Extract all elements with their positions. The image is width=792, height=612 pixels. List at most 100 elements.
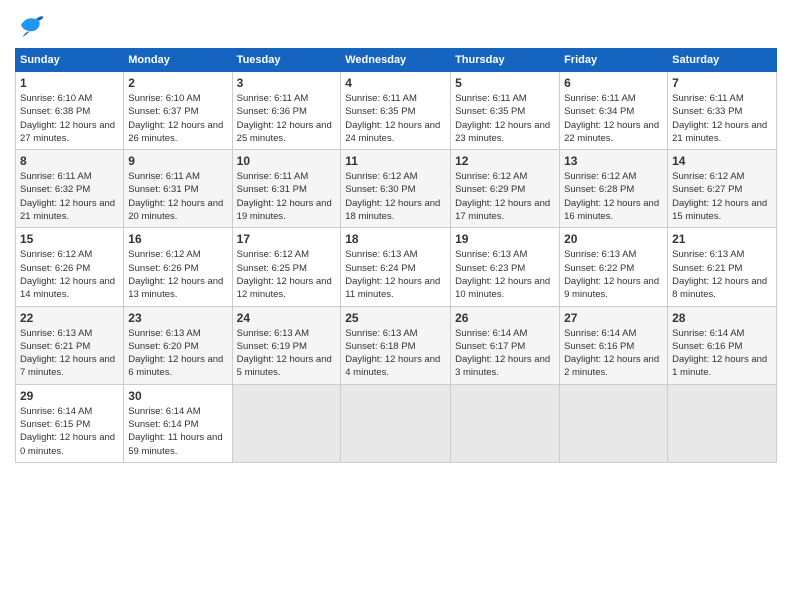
day-number: 10 xyxy=(237,154,337,168)
col-header-friday: Friday xyxy=(560,49,668,72)
day-number: 22 xyxy=(20,311,119,325)
day-info: Sunrise: 6:13 AM Sunset: 6:22 PM Dayligh… xyxy=(564,248,663,301)
col-header-tuesday: Tuesday xyxy=(232,49,341,72)
logo-icon xyxy=(15,10,45,40)
day-info: Sunrise: 6:11 AM Sunset: 6:34 PM Dayligh… xyxy=(564,92,663,145)
day-number: 29 xyxy=(20,389,119,403)
day-info: Sunrise: 6:11 AM Sunset: 6:36 PM Dayligh… xyxy=(237,92,337,145)
day-cell: 27 Sunrise: 6:14 AM Sunset: 6:16 PM Dayl… xyxy=(560,306,668,384)
day-info: Sunrise: 6:14 AM Sunset: 6:16 PM Dayligh… xyxy=(564,327,663,380)
day-number: 17 xyxy=(237,232,337,246)
col-header-monday: Monday xyxy=(124,49,232,72)
day-cell: 14 Sunrise: 6:12 AM Sunset: 6:27 PM Dayl… xyxy=(668,150,777,228)
day-cell: 29 Sunrise: 6:14 AM Sunset: 6:15 PM Dayl… xyxy=(16,384,124,462)
day-cell: 17 Sunrise: 6:12 AM Sunset: 6:25 PM Dayl… xyxy=(232,228,341,306)
day-cell: 26 Sunrise: 6:14 AM Sunset: 6:17 PM Dayl… xyxy=(451,306,560,384)
day-cell: 10 Sunrise: 6:11 AM Sunset: 6:31 PM Dayl… xyxy=(232,150,341,228)
day-cell: 12 Sunrise: 6:12 AM Sunset: 6:29 PM Dayl… xyxy=(451,150,560,228)
day-info: Sunrise: 6:12 AM Sunset: 6:25 PM Dayligh… xyxy=(237,248,337,301)
week-row-3: 15 Sunrise: 6:12 AM Sunset: 6:26 PM Dayl… xyxy=(16,228,777,306)
day-cell xyxy=(668,384,777,462)
day-cell: 5 Sunrise: 6:11 AM Sunset: 6:35 PM Dayli… xyxy=(451,72,560,150)
calendar-header: SundayMondayTuesdayWednesdayThursdayFrid… xyxy=(16,49,777,72)
day-cell: 6 Sunrise: 6:11 AM Sunset: 6:34 PM Dayli… xyxy=(560,72,668,150)
day-number: 2 xyxy=(128,76,227,90)
day-info: Sunrise: 6:14 AM Sunset: 6:16 PM Dayligh… xyxy=(672,327,772,380)
day-cell: 16 Sunrise: 6:12 AM Sunset: 6:26 PM Dayl… xyxy=(124,228,232,306)
day-cell: 8 Sunrise: 6:11 AM Sunset: 6:32 PM Dayli… xyxy=(16,150,124,228)
day-number: 5 xyxy=(455,76,555,90)
col-header-saturday: Saturday xyxy=(668,49,777,72)
day-info: Sunrise: 6:11 AM Sunset: 6:31 PM Dayligh… xyxy=(128,170,227,223)
day-cell: 11 Sunrise: 6:12 AM Sunset: 6:30 PM Dayl… xyxy=(341,150,451,228)
day-number: 4 xyxy=(345,76,446,90)
col-header-wednesday: Wednesday xyxy=(341,49,451,72)
day-number: 30 xyxy=(128,389,227,403)
day-number: 9 xyxy=(128,154,227,168)
day-info: Sunrise: 6:12 AM Sunset: 6:29 PM Dayligh… xyxy=(455,170,555,223)
day-info: Sunrise: 6:10 AM Sunset: 6:37 PM Dayligh… xyxy=(128,92,227,145)
day-number: 20 xyxy=(564,232,663,246)
day-info: Sunrise: 6:13 AM Sunset: 6:18 PM Dayligh… xyxy=(345,327,446,380)
day-info: Sunrise: 6:13 AM Sunset: 6:20 PM Dayligh… xyxy=(128,327,227,380)
day-number: 15 xyxy=(20,232,119,246)
day-info: Sunrise: 6:12 AM Sunset: 6:28 PM Dayligh… xyxy=(564,170,663,223)
day-cell: 13 Sunrise: 6:12 AM Sunset: 6:28 PM Dayl… xyxy=(560,150,668,228)
day-cell: 7 Sunrise: 6:11 AM Sunset: 6:33 PM Dayli… xyxy=(668,72,777,150)
calendar-table: SundayMondayTuesdayWednesdayThursdayFrid… xyxy=(15,48,777,463)
day-info: Sunrise: 6:11 AM Sunset: 6:33 PM Dayligh… xyxy=(672,92,772,145)
day-number: 27 xyxy=(564,311,663,325)
day-number: 7 xyxy=(672,76,772,90)
day-cell xyxy=(232,384,341,462)
day-number: 14 xyxy=(672,154,772,168)
day-info: Sunrise: 6:13 AM Sunset: 6:21 PM Dayligh… xyxy=(672,248,772,301)
day-info: Sunrise: 6:14 AM Sunset: 6:15 PM Dayligh… xyxy=(20,405,119,458)
day-cell: 22 Sunrise: 6:13 AM Sunset: 6:21 PM Dayl… xyxy=(16,306,124,384)
calendar-body: 1 Sunrise: 6:10 AM Sunset: 6:38 PM Dayli… xyxy=(16,72,777,463)
page: SundayMondayTuesdayWednesdayThursdayFrid… xyxy=(0,0,792,612)
logo xyxy=(15,10,49,40)
day-number: 3 xyxy=(237,76,337,90)
day-info: Sunrise: 6:12 AM Sunset: 6:26 PM Dayligh… xyxy=(20,248,119,301)
day-cell xyxy=(341,384,451,462)
day-number: 21 xyxy=(672,232,772,246)
day-cell: 25 Sunrise: 6:13 AM Sunset: 6:18 PM Dayl… xyxy=(341,306,451,384)
day-info: Sunrise: 6:10 AM Sunset: 6:38 PM Dayligh… xyxy=(20,92,119,145)
day-number: 23 xyxy=(128,311,227,325)
day-info: Sunrise: 6:13 AM Sunset: 6:19 PM Dayligh… xyxy=(237,327,337,380)
day-cell: 4 Sunrise: 6:11 AM Sunset: 6:35 PM Dayli… xyxy=(341,72,451,150)
week-row-1: 1 Sunrise: 6:10 AM Sunset: 6:38 PM Dayli… xyxy=(16,72,777,150)
day-number: 25 xyxy=(345,311,446,325)
day-cell: 24 Sunrise: 6:13 AM Sunset: 6:19 PM Dayl… xyxy=(232,306,341,384)
day-info: Sunrise: 6:14 AM Sunset: 6:17 PM Dayligh… xyxy=(455,327,555,380)
header-row: SundayMondayTuesdayWednesdayThursdayFrid… xyxy=(16,49,777,72)
day-number: 6 xyxy=(564,76,663,90)
day-info: Sunrise: 6:14 AM Sunset: 6:14 PM Dayligh… xyxy=(128,405,227,458)
day-number: 8 xyxy=(20,154,119,168)
day-cell: 3 Sunrise: 6:11 AM Sunset: 6:36 PM Dayli… xyxy=(232,72,341,150)
day-cell: 9 Sunrise: 6:11 AM Sunset: 6:31 PM Dayli… xyxy=(124,150,232,228)
day-cell xyxy=(451,384,560,462)
day-cell: 20 Sunrise: 6:13 AM Sunset: 6:22 PM Dayl… xyxy=(560,228,668,306)
day-number: 16 xyxy=(128,232,227,246)
day-info: Sunrise: 6:12 AM Sunset: 6:26 PM Dayligh… xyxy=(128,248,227,301)
day-info: Sunrise: 6:13 AM Sunset: 6:23 PM Dayligh… xyxy=(455,248,555,301)
day-info: Sunrise: 6:11 AM Sunset: 6:35 PM Dayligh… xyxy=(455,92,555,145)
day-info: Sunrise: 6:13 AM Sunset: 6:24 PM Dayligh… xyxy=(345,248,446,301)
week-row-4: 22 Sunrise: 6:13 AM Sunset: 6:21 PM Dayl… xyxy=(16,306,777,384)
day-cell xyxy=(560,384,668,462)
day-info: Sunrise: 6:12 AM Sunset: 6:27 PM Dayligh… xyxy=(672,170,772,223)
day-cell: 23 Sunrise: 6:13 AM Sunset: 6:20 PM Dayl… xyxy=(124,306,232,384)
day-info: Sunrise: 6:11 AM Sunset: 6:32 PM Dayligh… xyxy=(20,170,119,223)
col-header-thursday: Thursday xyxy=(451,49,560,72)
day-number: 11 xyxy=(345,154,446,168)
day-cell: 28 Sunrise: 6:14 AM Sunset: 6:16 PM Dayl… xyxy=(668,306,777,384)
day-cell: 1 Sunrise: 6:10 AM Sunset: 6:38 PM Dayli… xyxy=(16,72,124,150)
day-cell: 18 Sunrise: 6:13 AM Sunset: 6:24 PM Dayl… xyxy=(341,228,451,306)
day-number: 1 xyxy=(20,76,119,90)
day-number: 28 xyxy=(672,311,772,325)
day-info: Sunrise: 6:12 AM Sunset: 6:30 PM Dayligh… xyxy=(345,170,446,223)
day-number: 19 xyxy=(455,232,555,246)
day-cell: 15 Sunrise: 6:12 AM Sunset: 6:26 PM Dayl… xyxy=(16,228,124,306)
day-number: 26 xyxy=(455,311,555,325)
